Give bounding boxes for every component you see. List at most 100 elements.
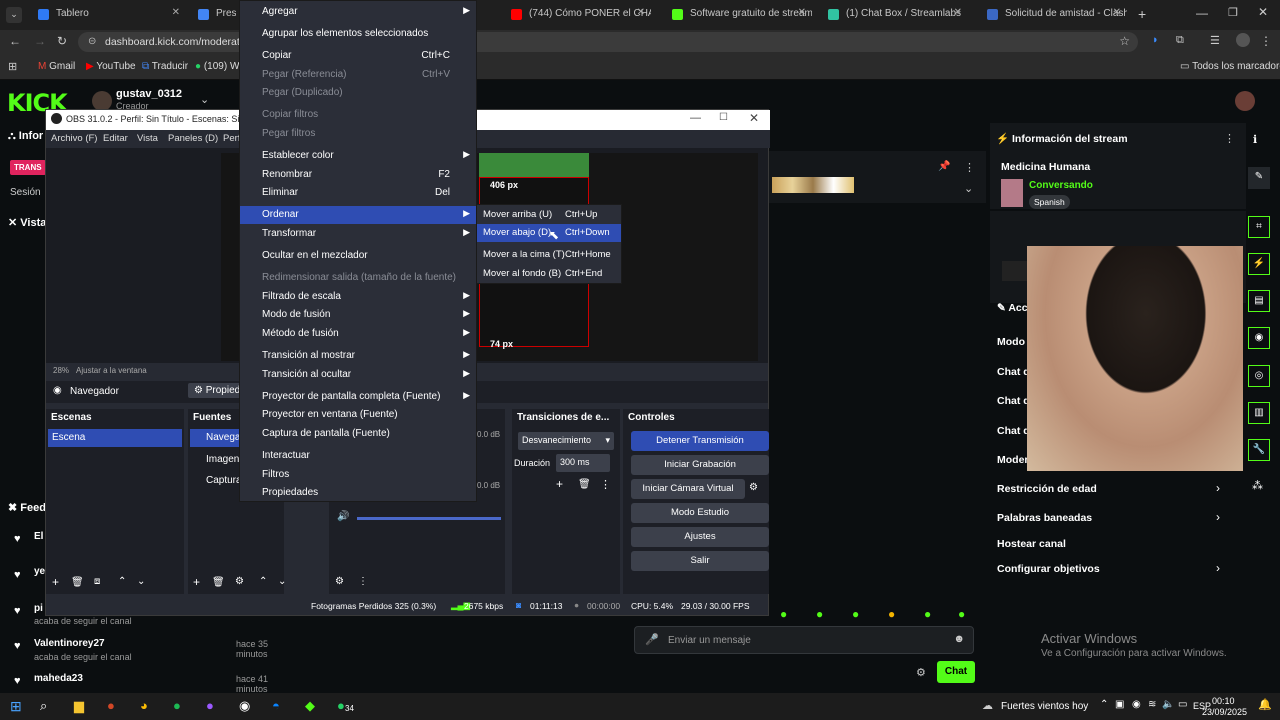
whatsapp-taskbar-icon[interactable]: ● 34 — [337, 698, 354, 713]
minimize-window-button[interactable]: — — [1196, 6, 1208, 20]
volume-icon[interactable]: 🔈 — [1162, 699, 1174, 710]
tab-close-icon[interactable]: ✕ — [172, 7, 180, 18]
setting-row-goals[interactable]: Configurar objetivos — [997, 563, 1100, 575]
tray-chevron-icon[interactable]: ⌃ — [1100, 699, 1108, 710]
edge-icon[interactable]: ◓ — [272, 698, 280, 713]
info-icon[interactable]: ℹ — [1253, 133, 1257, 146]
menu-perfil[interactable]: Perf — [223, 133, 240, 144]
setting-row-host[interactable]: Hostear canal — [997, 538, 1066, 550]
delete-source-icon[interactable]: 🗑 — [212, 577, 225, 588]
scene-filter-icon[interactable]: ⧈ — [94, 576, 100, 587]
profile-avatar[interactable] — [1236, 33, 1250, 47]
tab-close-icon[interactable]: ✕ — [798, 7, 806, 18]
clock-date[interactable]: 23/09/2025 — [1202, 707, 1247, 717]
nodes-icon[interactable]: ⁂ — [1252, 479, 1263, 492]
chat-row-label[interactable]: Chat d — [997, 425, 1030, 437]
kick-taskbar-icon[interactable]: ◆ — [305, 698, 315, 714]
settings-button[interactable]: Ajustes — [631, 527, 769, 547]
tab-close-icon[interactable]: ✕ — [637, 7, 645, 18]
tray-app-icon[interactable]: ▣ — [1115, 699, 1124, 710]
extension-icon[interactable]: ◗ — [1152, 34, 1159, 46]
emote-icon[interactable]: ● — [924, 607, 931, 621]
close-window-button[interactable]: ✕ — [1258, 5, 1268, 19]
menu-archivo[interactable]: Archivo (F) — [51, 133, 97, 144]
submenu-item[interactable]: Mover al fondo (B) Ctrl+End — [477, 265, 621, 283]
notifications-icon[interactable]: 🔔 — [1258, 698, 1272, 711]
chat-row-label[interactable]: Chat d — [997, 395, 1030, 407]
context-menu-item[interactable]: Renombrar F2 — [240, 166, 476, 184]
context-menu-item[interactable]: Proyector en ventana (Fuente) — [240, 406, 476, 424]
apps-grid-icon[interactable]: ⊞ — [8, 60, 17, 73]
tab-close-icon[interactable]: ✕ — [954, 7, 962, 18]
context-menu-item[interactable]: Captura de pantalla (Fuente) — [240, 425, 476, 443]
mixer-settings-icon[interactable]: ⚙ — [335, 576, 344, 587]
clock-time[interactable]: 00:10 — [1212, 696, 1235, 706]
add-scene-icon[interactable]: + — [52, 575, 59, 589]
context-menu-item[interactable]: Transición al mostrar ▶ — [240, 347, 476, 365]
volume-slider[interactable] — [357, 517, 501, 520]
moderation-row-label[interactable]: Moder — [997, 454, 1029, 466]
menu-editar[interactable]: Editar — [103, 133, 128, 144]
top-right-avatar[interactable] — [1235, 91, 1255, 111]
scene-up-icon[interactable]: ⌃ — [118, 576, 126, 587]
context-menu-item[interactable]: Método de fusión ▶ — [240, 325, 476, 343]
media-icon[interactable]: ☰ — [1210, 34, 1220, 47]
close-icon[interactable]: ✕ — [8, 217, 17, 229]
spotify-icon[interactable]: ● — [173, 698, 181, 713]
context-menu-item[interactable]: Ordenar ▶ — [240, 206, 476, 224]
broadcast-icon[interactable]: ◎ — [1248, 365, 1270, 387]
all-bookmarks[interactable]: ▭ Todos los marcadores — [1180, 61, 1280, 72]
powerpoint-icon[interactable]: ● — [107, 698, 115, 713]
start-recording-button[interactable]: Iniciar Grabación — [631, 455, 769, 475]
context-menu-item[interactable]: Filtros — [240, 466, 476, 484]
add-transition-icon[interactable]: + — [556, 477, 563, 491]
transition-more-icon[interactable]: ⋮ — [600, 478, 611, 491]
browser-tab[interactable]: Presenta — [188, 4, 236, 26]
bookmark-traducir[interactable]: ⧉ Traducir — [142, 61, 188, 72]
chevron-right-icon[interactable]: › — [1216, 510, 1220, 524]
layers-icon[interactable]: ▥ — [1248, 402, 1270, 424]
chrome-icon[interactable]: ◕ — [140, 698, 148, 713]
menu-paneles[interactable]: Paneles (D) — [168, 133, 218, 144]
file-explorer-icon[interactable]: ▆ — [74, 698, 84, 714]
source-item[interactable]: Captura — [206, 475, 242, 486]
url-field[interactable]: ⊝ dashboard.kick.com/moderator/ ☆ — [78, 32, 1138, 52]
start-virtual-camera-button[interactable]: Iniciar Cámara Virtual — [631, 479, 745, 499]
microphone-icon[interactable]: 🎤 — [645, 633, 659, 646]
bookmark-star-icon[interactable]: ☆ — [1119, 34, 1130, 48]
scene-down-icon[interactable]: ⌄ — [137, 576, 145, 587]
delete-transition-icon[interactable]: 🗑 — [578, 479, 591, 490]
properties-button[interactable]: ⚙ Propied — [188, 383, 247, 398]
context-menu-item[interactable]: Agregar ▶ — [240, 3, 476, 21]
virtual-camera-settings-icon[interactable]: ⚙ — [749, 482, 758, 493]
chat-message-input[interactable]: 🎤 Enviar un mensaje ☻ — [634, 626, 974, 654]
context-menu-item[interactable]: Establecer color ▶ — [240, 147, 476, 165]
chevron-right-icon[interactable]: › — [1216, 481, 1220, 495]
emote-icon[interactable]: ● — [958, 607, 965, 621]
tab-search-button[interactable]: ⌄ — [6, 7, 22, 23]
battery-icon[interactable]: ▭ — [1178, 699, 1187, 710]
emote-icon[interactable]: ● — [780, 607, 787, 621]
emote-icon[interactable]: ● — [852, 607, 859, 621]
emote-icon[interactable]: ● — [816, 607, 823, 621]
chat-collapse-icon[interactable]: ⌄ — [964, 182, 973, 195]
chat-more-icon[interactable]: ⋮ — [964, 161, 975, 174]
duration-input[interactable]: 300 ms — [556, 454, 610, 472]
wifi-icon[interactable]: ≋ — [1148, 699, 1156, 710]
obs-minimize-icon[interactable]: — — [690, 112, 701, 124]
mixer-more-icon[interactable]: ⋮ — [358, 576, 368, 587]
browser-tab[interactable]: (1) Chat Box / Streamlabs ✕ — [818, 4, 968, 26]
speaker-icon[interactable]: 🔊 — [337, 511, 349, 522]
user-menu-chevron-icon[interactable]: ⌄ — [200, 93, 209, 106]
context-menu-item[interactable]: Modo de fusión ▶ — [240, 306, 476, 324]
stop-stream-button[interactable]: Detener Transmisión — [631, 431, 769, 451]
stream-info-more-icon[interactable]: ⋮ — [1224, 132, 1235, 145]
camera-icon[interactable]: ◉ — [1132, 699, 1141, 710]
transition-select[interactable]: Desvanecimiento ▾ — [518, 432, 614, 450]
context-menu-item[interactable]: Propiedades — [240, 484, 476, 502]
site-info-icon[interactable]: ⊝ — [88, 36, 96, 47]
bookmark-whatsapp[interactable]: ● (109) Wh — [195, 61, 245, 72]
pencil-icon[interactable]: ✎ — [1248, 167, 1270, 189]
windows-start-icon[interactable]: ⊞ — [10, 698, 22, 715]
weather-text[interactable]: Fuertes vientos hoy — [1001, 701, 1088, 712]
